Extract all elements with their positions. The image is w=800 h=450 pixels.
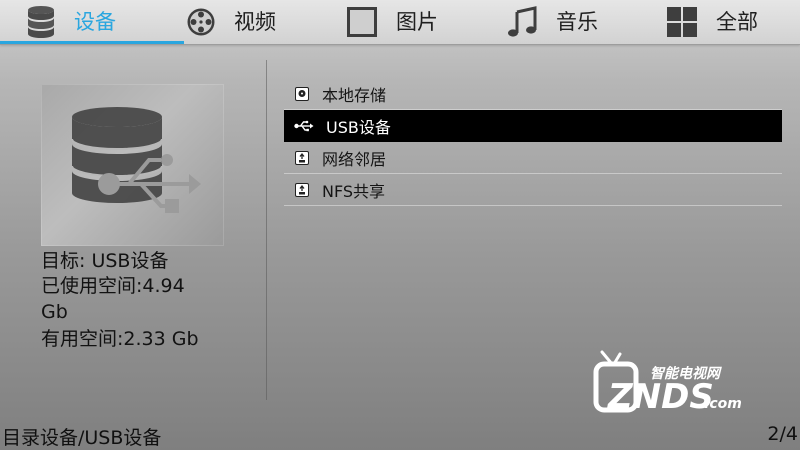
usb-icon bbox=[294, 118, 314, 134]
tab-devices[interactable]: 设备 bbox=[0, 0, 184, 44]
disk-icon bbox=[294, 86, 310, 102]
tab-label: 音乐 bbox=[556, 9, 598, 34]
target-label: 目标: USB设备 bbox=[41, 250, 169, 272]
tab-label: 视频 bbox=[234, 9, 276, 34]
list-item-label: NFS共享 bbox=[322, 181, 386, 201]
used-space-unit: Gb bbox=[41, 301, 68, 323]
list-item-network-neighborhood[interactable]: 网络邻居 bbox=[284, 142, 782, 174]
panel-divider bbox=[266, 60, 267, 400]
tab-label: 设备 bbox=[74, 9, 116, 34]
tab-music[interactable]: 音乐 bbox=[506, 0, 598, 44]
free-space-label: 有用空间:2.33 Gb bbox=[41, 328, 199, 350]
watermark-brand: ZNDS bbox=[607, 377, 714, 417]
top-tab-bar: 设备 视频 图片 音乐 全部 bbox=[0, 0, 800, 45]
list-item-nfs-share[interactable]: NFS共享 bbox=[284, 174, 782, 206]
current-path-label: 目录设备/USB设备 bbox=[2, 427, 162, 449]
picture-frame-icon bbox=[346, 6, 378, 38]
database-icon bbox=[26, 5, 56, 39]
list-item-label: USB设备 bbox=[326, 117, 391, 137]
list-item-label: 网络邻居 bbox=[322, 149, 387, 169]
list-item-usb-device[interactable]: USB设备 bbox=[284, 110, 782, 142]
music-note-icon bbox=[506, 6, 538, 38]
used-space-label: 已使用空间:4.94 bbox=[41, 275, 185, 297]
network-share-icon bbox=[294, 182, 310, 198]
grid-icon bbox=[666, 6, 698, 38]
tab-all[interactable]: 全部 bbox=[666, 0, 758, 44]
watermark-suffix: .com bbox=[704, 396, 742, 412]
network-share-icon bbox=[294, 150, 310, 166]
usb-device-preview-icon bbox=[41, 84, 224, 246]
film-reel-icon bbox=[186, 7, 216, 37]
tab-video[interactable]: 视频 bbox=[186, 0, 276, 44]
tab-label: 全部 bbox=[716, 9, 758, 34]
tab-pictures[interactable]: 图片 bbox=[346, 0, 438, 44]
znds-watermark-logo: 智能电视网 ZNDS .com bbox=[592, 348, 762, 418]
tab-label: 图片 bbox=[396, 9, 438, 34]
list-item-local-storage[interactable]: 本地存储 bbox=[284, 78, 782, 110]
list-item-label: 本地存储 bbox=[322, 85, 387, 105]
page-indicator: 2/4 bbox=[767, 423, 798, 445]
device-list: 本地存储 USB设备 网络邻居 NFS共享 bbox=[284, 78, 782, 206]
